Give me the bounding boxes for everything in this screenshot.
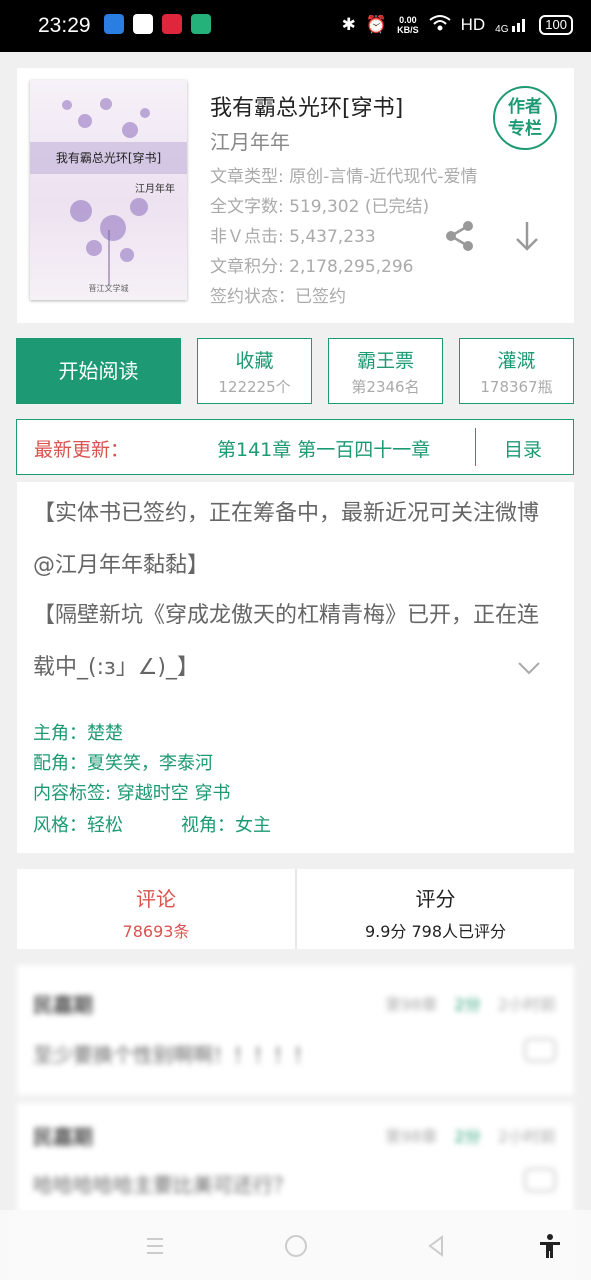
style-tag: 风格：轻松 bbox=[33, 815, 123, 836]
supporting-roles: 配角：夏笑笑，李泰河 bbox=[33, 753, 213, 774]
comment-score: 2分 bbox=[454, 1127, 481, 1146]
status-time: 23:29 bbox=[38, 14, 91, 37]
divider bbox=[475, 428, 476, 466]
water-count: 178367瓶 bbox=[480, 378, 553, 396]
collect-count: 122225个 bbox=[218, 378, 291, 396]
tab-rating-value: 9.9分 798人已评分 bbox=[364, 922, 507, 941]
home-icon[interactable] bbox=[282, 1232, 310, 1260]
app-notification-icon bbox=[162, 14, 182, 34]
comment-author: 民嘉期 bbox=[33, 993, 93, 1017]
description-para-2: 【隔壁新坑《穿成龙傲天的杠精青梅》已开，正在连载中_(:з」∠)_】 bbox=[33, 603, 540, 680]
speed-value: 0.00 bbox=[399, 15, 417, 25]
protagonist: 主角：楚楚 bbox=[33, 723, 123, 744]
comment-stats: 第98章 2分 2小时前 bbox=[385, 991, 556, 1015]
content-tags: 内容标签: 穿越时空 穿书 bbox=[33, 783, 231, 804]
signal-type: 4G bbox=[495, 23, 509, 35]
status-bar: 23:29 ✱ ⏰ 0.00 KB/S HD 4G 100 bbox=[0, 0, 591, 52]
share-icon[interactable] bbox=[442, 218, 478, 254]
tab-comments[interactable]: 评论 78693条 bbox=[17, 869, 295, 949]
meta-score: 文章积分: 2,178,295,296 bbox=[210, 257, 414, 277]
review-tabs: 评论 78693条 评分 9.9分 798人已评分 bbox=[17, 869, 574, 949]
tab-rating-label: 评分 bbox=[415, 887, 456, 911]
comment-text: 至少要换个性别啊啊！！！！！ bbox=[33, 1043, 313, 1067]
alarm-icon: ⏰ bbox=[365, 15, 388, 34]
network-type: HD bbox=[460, 15, 486, 34]
latest-chapter-link[interactable]: 第141章 第一百四十一章 bbox=[217, 435, 430, 462]
collect-button[interactable]: 收藏 122225个 bbox=[197, 338, 312, 404]
comment-stats: 第98章 2分 2小时前 bbox=[385, 1123, 556, 1147]
book-header-card: 我有霸总光环[穿书] 江月年年 晋江文学城 我有霸总光环[穿书] 江月年年 文章… bbox=[17, 68, 574, 323]
reply-icon[interactable] bbox=[524, 1168, 556, 1192]
tab-rating[interactable]: 评分 9.9分 798人已评分 bbox=[297, 869, 574, 949]
comment-chapter: 第98章 bbox=[385, 995, 438, 1014]
cover-title: 我有霸总光环[穿书] bbox=[55, 151, 162, 165]
signal-icon: 4G bbox=[495, 16, 529, 35]
tab-comments-count: 78693条 bbox=[122, 922, 190, 941]
battery-indicator: 100 bbox=[539, 15, 573, 35]
author-column-button[interactable]: 作者 专栏 bbox=[493, 86, 557, 150]
network-speed: 0.00 KB/S bbox=[397, 15, 419, 35]
wifi-icon bbox=[428, 14, 451, 37]
system-nav-bar bbox=[0, 1210, 591, 1280]
author-column-line1: 作者 bbox=[508, 97, 542, 117]
water-button[interactable]: 灌溉 178367瓶 bbox=[459, 338, 574, 404]
app-notification-icon bbox=[104, 14, 124, 34]
speed-unit: KB/S bbox=[397, 25, 419, 35]
meta-contract: 签约状态：已签约 bbox=[210, 287, 346, 307]
author-column-line2: 专栏 bbox=[508, 119, 542, 139]
comment-score: 2分 bbox=[454, 995, 481, 1014]
start-reading-button[interactable]: 开始阅读 bbox=[16, 338, 181, 404]
description-para-1: 【实体书已签约，正在筹备中，最新近况可关注微博@江月年年黏黏】 bbox=[33, 501, 540, 578]
collect-label: 收藏 bbox=[235, 350, 274, 372]
cover-publisher: 晋江文学城 bbox=[88, 284, 129, 293]
chevron-down-icon[interactable] bbox=[517, 660, 541, 676]
comment-author: 民嘉期 bbox=[33, 1125, 93, 1149]
menu-icon[interactable] bbox=[141, 1232, 169, 1260]
back-icon[interactable] bbox=[422, 1232, 450, 1260]
latest-update-label: 最新更新： bbox=[34, 439, 130, 461]
ticket-rank: 第2346名 bbox=[351, 378, 420, 396]
accessibility-icon[interactable] bbox=[536, 1232, 564, 1260]
meta-clicks: 非Ｖ点击: 5,437,233 bbox=[210, 227, 376, 247]
book-cover[interactable]: 我有霸总光环[穿书] 江月年年 晋江文学城 bbox=[30, 80, 187, 300]
comment-time: 2小时前 bbox=[497, 1127, 556, 1146]
tab-comments-label: 评论 bbox=[136, 887, 176, 911]
download-icon[interactable] bbox=[509, 218, 545, 254]
cover-author: 江月年年 bbox=[135, 184, 175, 195]
book-title: 我有霸总光环[穿书] bbox=[210, 96, 404, 121]
water-label: 灌溉 bbox=[497, 350, 536, 372]
ticket-label: 霸王票 bbox=[356, 350, 414, 372]
toc-button[interactable]: 目录 bbox=[504, 435, 542, 462]
bluetooth-icon: ✱ bbox=[341, 15, 356, 34]
app-notification-icon bbox=[191, 14, 211, 34]
meta-word-count: 全文字数: 519,302 (已完结) bbox=[210, 197, 430, 217]
comment-time: 2小时前 bbox=[497, 995, 556, 1014]
comment-text: 哈哈哈哈哈主要比美可还行？ bbox=[33, 1173, 293, 1197]
wechat-icon bbox=[133, 14, 153, 34]
view-tag: 视角：女主 bbox=[181, 815, 271, 836]
meta-genre: 文章类型: 原创-言情-近代现代-爱情 bbox=[210, 167, 478, 187]
latest-update-bar: 最新更新： 第141章 第一百四十一章 目录 bbox=[16, 419, 574, 475]
ticket-button[interactable]: 霸王票 第2346名 bbox=[328, 338, 443, 404]
book-author[interactable]: 江月年年 bbox=[210, 126, 290, 155]
reply-icon[interactable] bbox=[524, 1038, 556, 1062]
comment-chapter: 第98章 bbox=[385, 1127, 438, 1146]
